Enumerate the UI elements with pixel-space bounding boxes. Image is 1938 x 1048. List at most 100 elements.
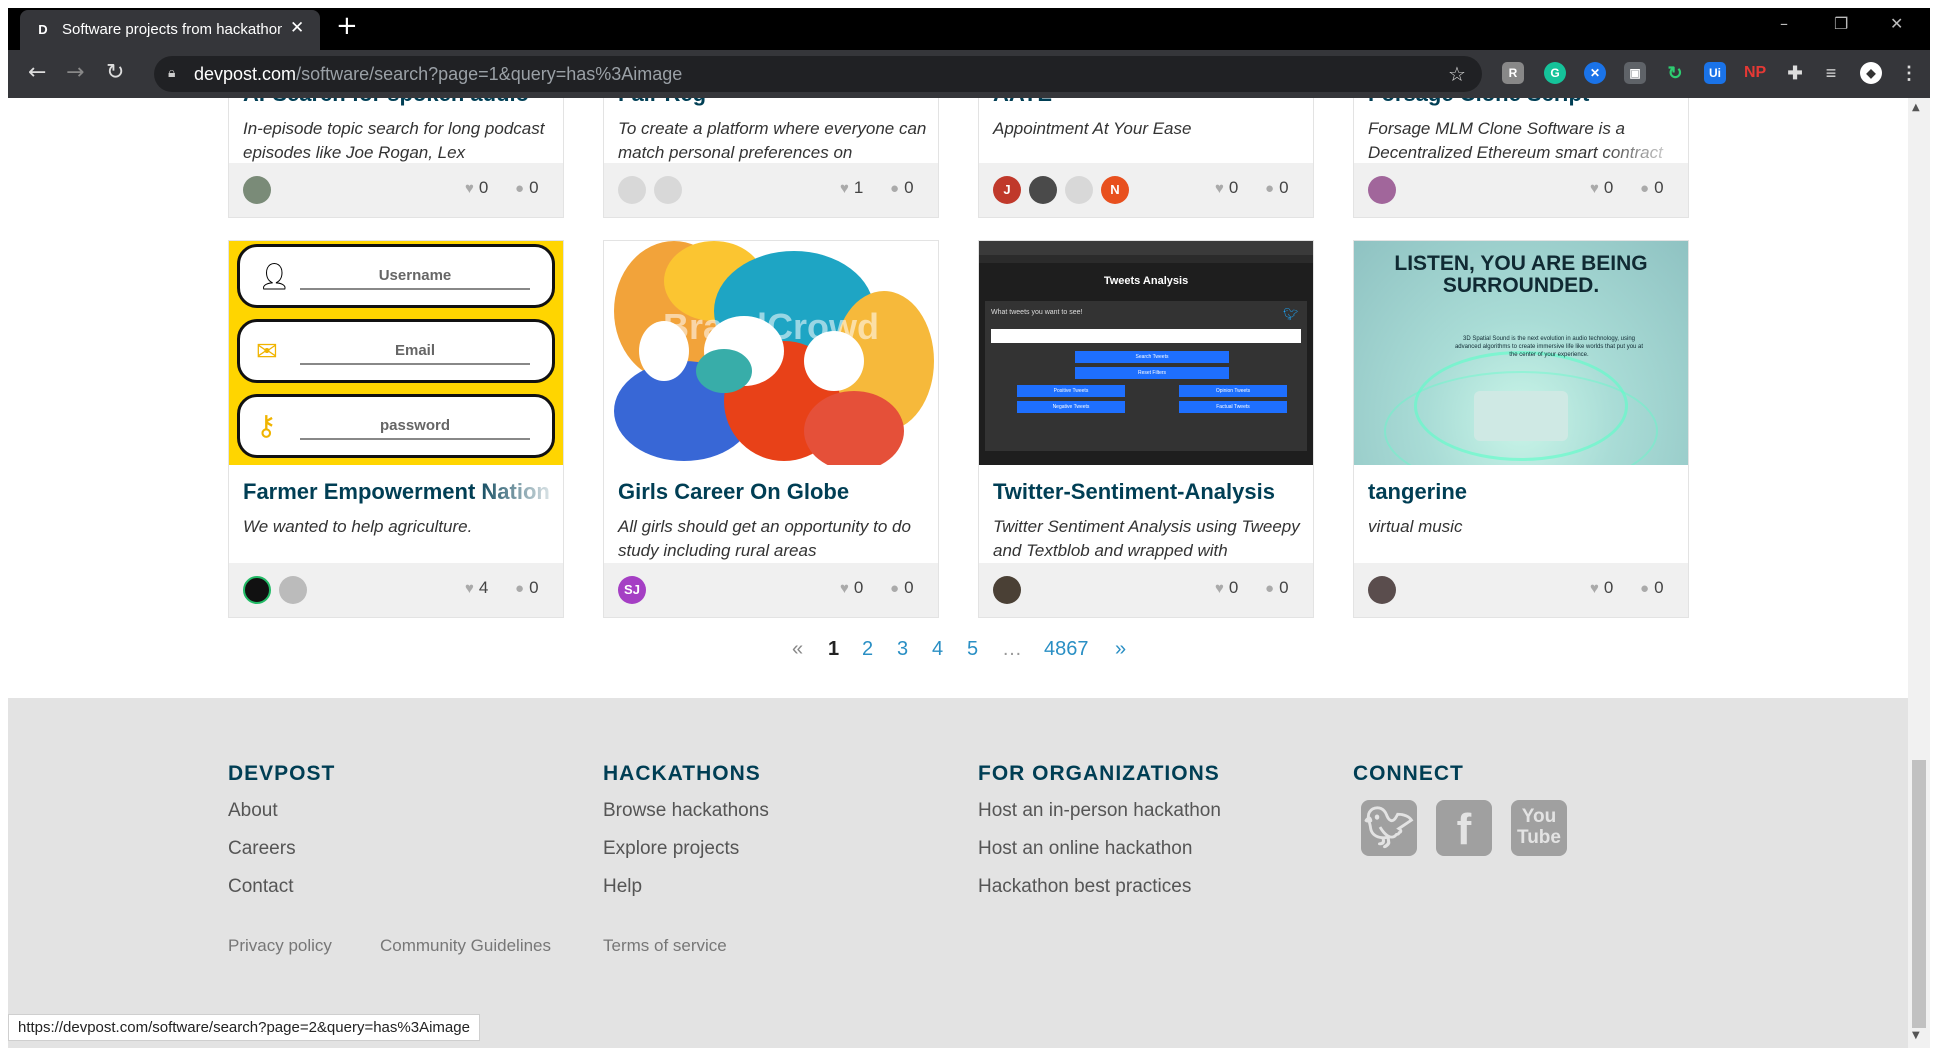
project-card[interactable]: Fair Reg To create a platform where ever… (603, 98, 939, 218)
grammarly-icon[interactable]: G (1544, 62, 1566, 84)
footer-link-help[interactable]: Help (603, 876, 642, 898)
like-count: ♥ 1 (840, 178, 864, 197)
user-icon: 👤︎ (258, 261, 292, 291)
netflix-party-icon[interactable]: NP (1744, 62, 1766, 84)
vpn-extension-icon[interactable]: ✕ (1584, 62, 1606, 84)
like-count: ♥ 0 (1215, 178, 1239, 197)
devpost-favicon-icon: D (38, 22, 48, 37)
username-field-label: Username (300, 267, 530, 290)
project-title[interactable]: tangerine (1368, 479, 1678, 505)
pagination-last[interactable]: 4867 (1044, 638, 1089, 661)
project-card[interactable]: Forsage Clone Script Forsage MLM Clone S… (1353, 98, 1689, 218)
footer-link-browse-hackathons[interactable]: Browse hackathons (603, 800, 769, 822)
bookmark-star-icon[interactable]: ☆ (1448, 62, 1466, 86)
pagination-prev[interactable]: « (792, 638, 803, 661)
footer-link-explore-projects[interactable]: Explore projects (603, 838, 739, 860)
like-count: ♥ 0 (1590, 178, 1614, 197)
avatar[interactable] (1029, 176, 1057, 204)
project-thumbnail[interactable]: Tweets Analysis What tweets you want to … (979, 241, 1313, 465)
new-tab-icon[interactable]: + (336, 13, 358, 39)
project-title[interactable]: Girls Career On Globe (618, 479, 928, 505)
footer-link-terms[interactable]: Terms of service (603, 936, 727, 956)
profile-avatar-icon[interactable]: ◆ (1860, 62, 1882, 84)
pagination-page[interactable]: 2 (862, 638, 873, 661)
extensions-puzzle-icon[interactable]: ✚ (1784, 62, 1806, 84)
twitter-icon[interactable]: 🐦︎ (1361, 800, 1417, 856)
like-count: ♥ 0 (465, 178, 489, 197)
forward-icon[interactable]: → (66, 62, 84, 84)
comment-icon: ● (1265, 180, 1275, 197)
footer-link-guidelines[interactable]: Community Guidelines (380, 936, 551, 956)
project-title[interactable]: AAYE (993, 98, 1303, 107)
project-card[interactable]: 👤︎ Username ✉ Email ⚷ password Farmer Em… (228, 240, 564, 618)
footer-link-in-person[interactable]: Host an in-person hackathon (978, 800, 1221, 822)
avatar[interactable]: J (993, 176, 1021, 204)
scroll-up-icon[interactable]: ▲ (1912, 102, 1920, 113)
project-title[interactable]: Forsage Clone Script (1368, 98, 1678, 107)
comment-icon: ● (1640, 580, 1650, 597)
like-count: ♥ 0 (1215, 578, 1239, 597)
card-footer: ♥ 0 ● 0 (979, 563, 1313, 617)
extension-icon[interactable]: R (1502, 62, 1524, 84)
avatar[interactable]: N (1101, 176, 1129, 204)
project-title[interactable]: Twitter-Sentiment-Analysis (993, 479, 1303, 505)
restore-icon[interactable]: ❐ (1834, 14, 1848, 33)
email-icon: ✉ (256, 336, 278, 366)
reload-icon[interactable]: ↻ (106, 62, 124, 84)
avatar[interactable] (1065, 176, 1093, 204)
screen-extension-icon[interactable]: ▣ (1624, 62, 1646, 84)
project-title[interactable]: AI-Search for spoken audio (243, 98, 553, 107)
project-thumbnail[interactable]: 👤︎ Username ✉ Email ⚷ password (229, 241, 563, 465)
pagination-page[interactable]: 4 (932, 638, 943, 661)
avatar[interactable] (243, 576, 271, 604)
address-bar[interactable]: 🔒︎ devpost.com/software/search?page=1&qu… (154, 56, 1482, 92)
close-tab-icon[interactable]: ✕ (290, 18, 304, 38)
scroll-down-icon[interactable]: ▼ (1912, 1030, 1920, 1041)
project-card[interactable]: LISTEN, YOU ARE BEING SURROUNDED. 3D Spa… (1353, 240, 1689, 618)
key-icon: ⚷ (256, 410, 277, 441)
media-queue-icon[interactable]: ≡ (1820, 62, 1842, 84)
footer-link-privacy[interactable]: Privacy policy (228, 936, 332, 956)
chrome-menu-icon[interactable]: ⋮ (1898, 62, 1920, 84)
avatar[interactable] (1368, 576, 1396, 604)
avatar[interactable] (279, 576, 307, 604)
avatar[interactable] (243, 176, 271, 204)
url-text[interactable]: devpost.com/software/search?page=1&query… (194, 64, 682, 85)
back-icon[interactable]: ← (28, 62, 46, 84)
project-card[interactable]: BrandCrowd Girls Career On Globe All gir… (603, 240, 939, 618)
project-thumbnail[interactable]: LISTEN, YOU ARE BEING SURROUNDED. 3D Spa… (1354, 241, 1688, 465)
footer-link-about[interactable]: About (228, 800, 278, 822)
sync-extension-icon[interactable]: ↻ (1664, 62, 1686, 84)
pagination-next[interactable]: » (1115, 638, 1126, 661)
footer-link-careers[interactable]: Careers (228, 838, 296, 860)
avatar[interactable] (654, 176, 682, 204)
project-card[interactable]: AAYE Appointment At Your Ease J N ♥0 ●0 (978, 98, 1314, 218)
uipath-extension-icon[interactable]: Ui (1704, 62, 1726, 84)
window-close-icon[interactable]: ✕ (1890, 14, 1903, 33)
scrollbar-thumb[interactable] (1912, 760, 1926, 1028)
heart-icon: ♥ (465, 180, 474, 197)
browser-tab[interactable]: D Software projects from hackathon ✕ (20, 10, 320, 50)
project-title[interactable]: Fair Reg (618, 98, 928, 107)
pagination-page[interactable]: 5 (967, 638, 978, 661)
avatar[interactable] (618, 176, 646, 204)
youtube-icon[interactable]: You Tube (1511, 800, 1567, 856)
avatar[interactable]: SJ (618, 576, 646, 604)
tab-title: Software projects from hackathon (62, 21, 282, 38)
avatar[interactable] (993, 576, 1021, 604)
comment-count: ● 0 (1265, 578, 1289, 597)
project-card[interactable]: AI-Search for spoken audio In-episode to… (228, 98, 564, 218)
project-thumbnail[interactable]: BrandCrowd (604, 241, 938, 465)
footer-link-best-practices[interactable]: Hackathon best practices (978, 876, 1191, 898)
footer-link-online[interactable]: Host an online hackathon (978, 838, 1192, 860)
comment-icon: ● (1265, 580, 1275, 597)
facebook-icon[interactable]: f (1436, 800, 1492, 856)
avatar[interactable] (1368, 176, 1396, 204)
project-tagline: virtual music (1368, 517, 1463, 536)
footer-link-contact[interactable]: Contact (228, 876, 293, 898)
footer-heading: HACKATHONS (603, 762, 761, 785)
pagination-page-current[interactable]: 1 (828, 638, 839, 661)
minimize-icon[interactable]: – (1780, 14, 1788, 33)
project-card[interactable]: Tweets Analysis What tweets you want to … (978, 240, 1314, 618)
pagination-page[interactable]: 3 (897, 638, 908, 661)
